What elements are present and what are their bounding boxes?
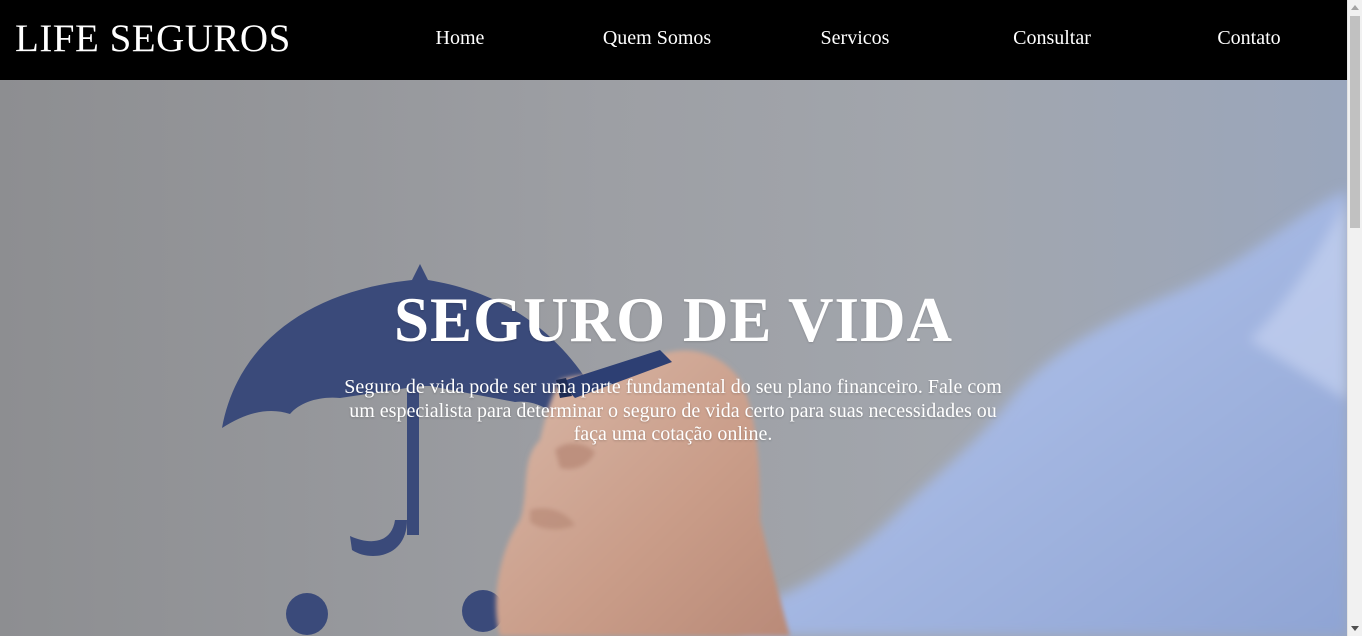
brand-logo[interactable]: LIFE SEGUROS <box>15 16 291 62</box>
scroll-up-arrow-icon[interactable] <box>1351 5 1359 10</box>
hero-section: SEGURO DE VIDA Seguro de vida pode ser u… <box>0 80 1347 636</box>
hero-background-image <box>0 80 1347 636</box>
vertical-scrollbar[interactable] <box>1347 0 1362 636</box>
page: LIFE SEGUROS Home Quem Somos Servicos Co… <box>0 0 1362 636</box>
hero-description: Seguro de vida pode ser uma parte fundam… <box>344 376 1002 445</box>
navbar: LIFE SEGUROS Home Quem Somos Servicos Co… <box>0 0 1347 80</box>
nav-servicos[interactable]: Servicos <box>821 26 890 50</box>
scrollbar-thumb[interactable] <box>1350 16 1360 228</box>
nav-quem-somos[interactable]: Quem Somos <box>603 26 711 50</box>
hero-title: SEGURO DE VIDA <box>394 285 953 355</box>
nav-contato[interactable]: Contato <box>1217 26 1280 50</box>
scroll-down-arrow-icon[interactable] <box>1351 626 1359 631</box>
nav-consultar[interactable]: Consultar <box>1013 26 1091 50</box>
nav-home[interactable]: Home <box>436 26 485 50</box>
